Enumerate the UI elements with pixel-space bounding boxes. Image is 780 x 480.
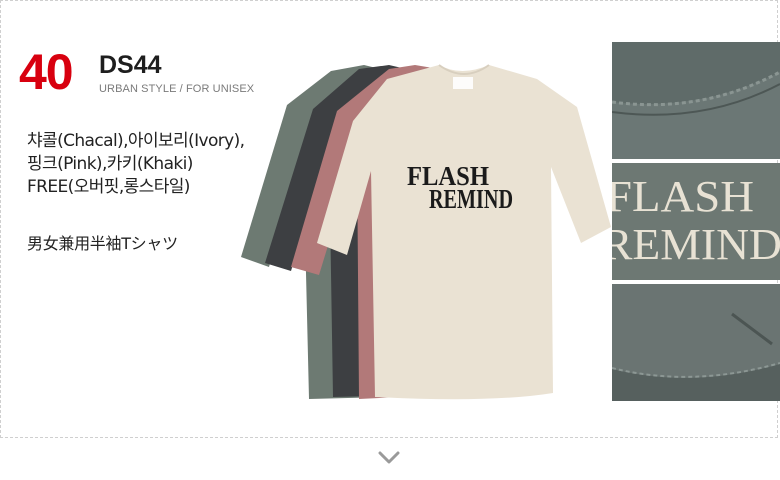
thumb-collar [612,42,780,159]
detail-print-line-1: FLASH [612,172,754,221]
print-text-line-2: REMIND [429,184,513,214]
product-jp-name: 男女兼用半袖Tシャツ [27,234,178,253]
product-code: DS44 [99,51,162,79]
thumb-hem [612,284,780,401]
colors-line-2: 핑크(Pink),카키(Khaki) [27,154,193,174]
colors-line-1: 챠콜(Chacal),아이보리(Ivory), [27,131,245,151]
size-line: FREE(오버핏,롱스타일) [27,177,190,197]
detail-print-line-2: REMIND [612,220,780,269]
product-number: 40 [19,44,74,100]
chevron-down-icon[interactable] [378,450,400,469]
product-image: FLASH REMIND [241,64,611,400]
product-subtitle: URBAN STYLE / FOR UNISEX [99,83,255,95]
product-description: 챠콜(Chacal),아이보리(Ivory), 핑크(Pink),카키(Khak… [27,130,245,199]
detail-thumbnails: FLASH REMIND [612,42,780,405]
thumb-print: FLASH REMIND [612,163,780,280]
